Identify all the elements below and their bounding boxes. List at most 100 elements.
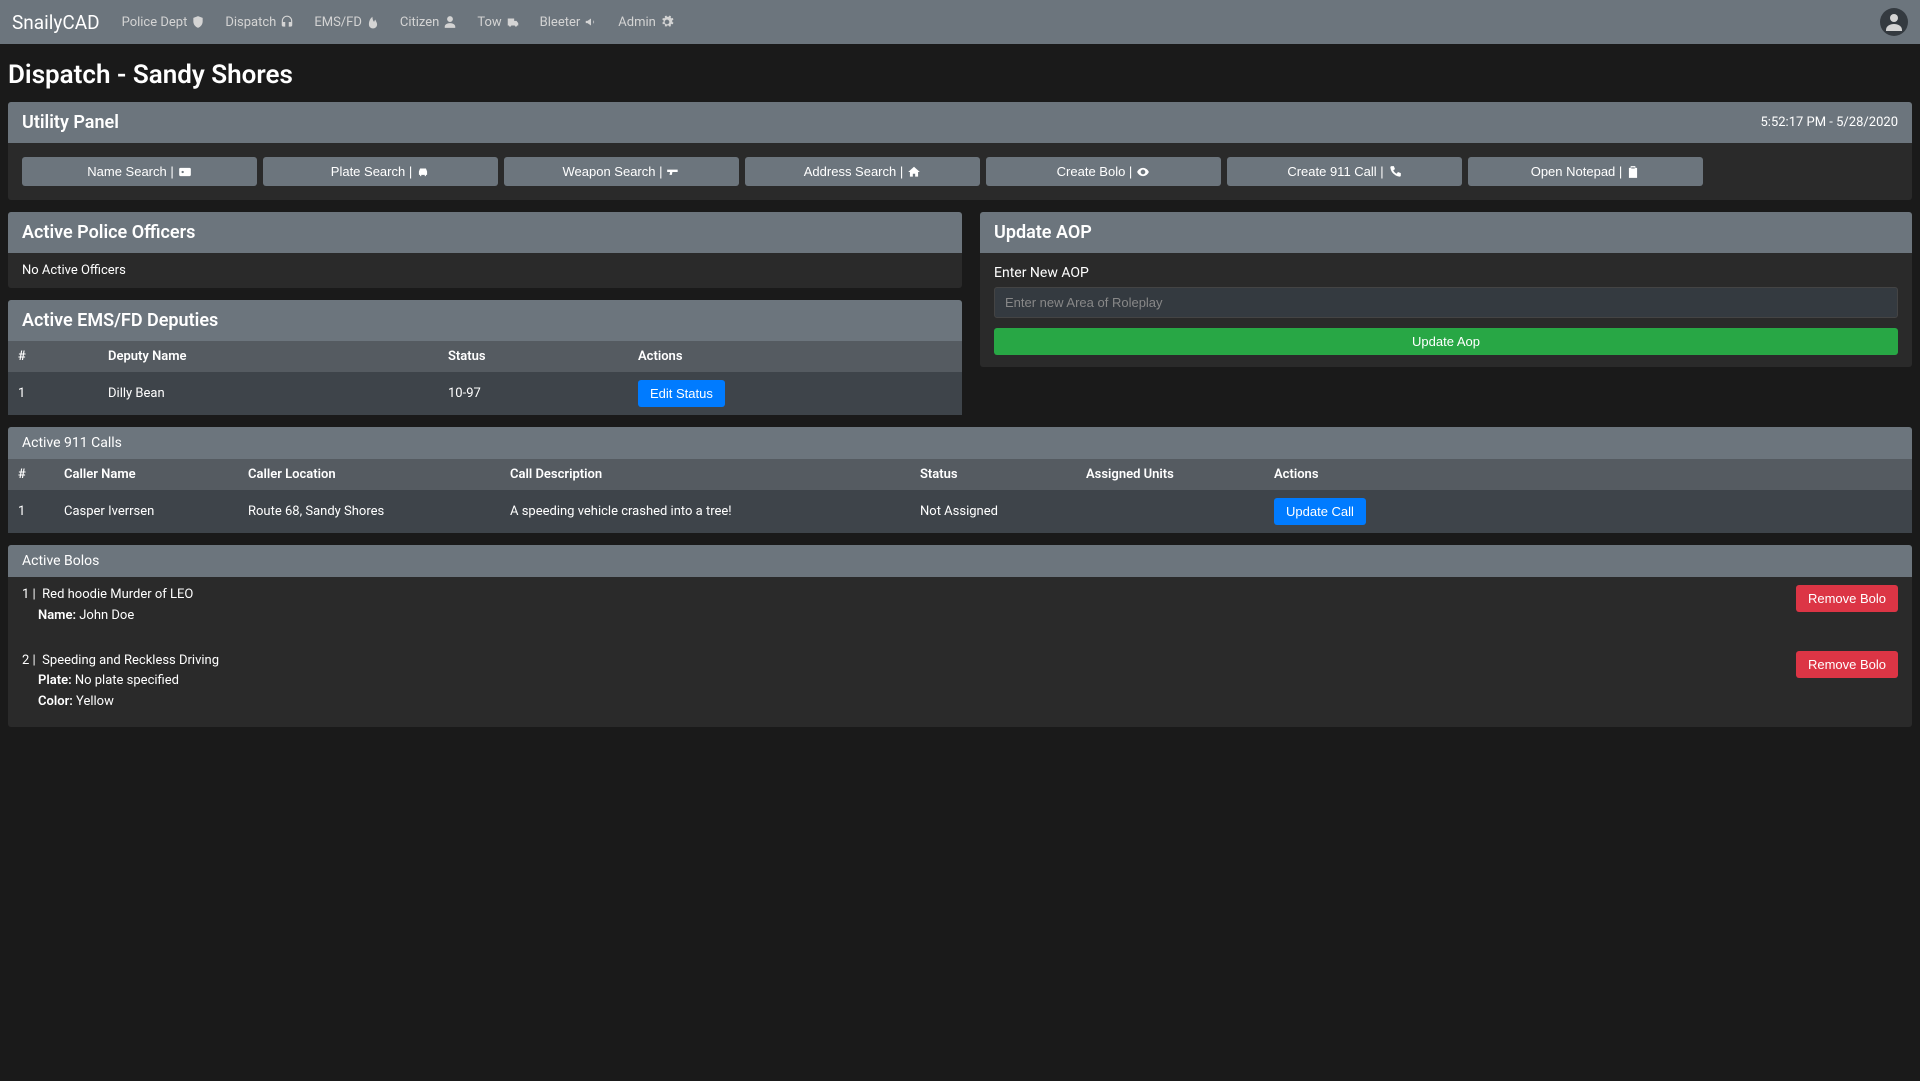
col-caller: Caller Name (54, 459, 238, 490)
button-label: Open Notepad | (1531, 164, 1623, 179)
bolos-header: Active Bolos (8, 545, 1912, 577)
col-num: # (8, 459, 54, 490)
timestamp: 5:52:17 PM - 5/28/2020 (1760, 115, 1898, 130)
aop-body: Enter New AOP Update Aop (980, 253, 1912, 367)
address-search-button[interactable]: Address Search | (745, 157, 980, 186)
nav-tow[interactable]: Tow (471, 11, 525, 34)
officers-header: Active Police Officers (8, 212, 962, 253)
aop-header: Update AOP (980, 212, 1912, 253)
col-status: Status (910, 459, 1076, 490)
bolo-text: 2 | Speeding and Reckless Driving Plate:… (22, 651, 219, 713)
bolo-item: 1 | Red hoodie Murder of LEO Name: John … (8, 577, 1912, 631)
person-icon (443, 15, 457, 29)
headset-icon (280, 15, 294, 29)
table-row: 1 Dilly Bean 10-97 Edit Status (8, 372, 962, 415)
nav-label: EMS/FD (314, 15, 362, 30)
button-label: Plate Search | (331, 164, 412, 179)
utility-header: Utility Panel 5:52:17 PM - 5/28/2020 (8, 102, 1912, 143)
nav-label: Citizen (400, 15, 439, 30)
navbar: SnailyCAD Police Dept Dispatch EMS/FD Ci… (0, 0, 1920, 44)
remove-bolo-button[interactable]: Remove Bolo (1796, 585, 1898, 612)
update-call-button[interactable]: Update Call (1274, 498, 1366, 525)
nav-label: Admin (618, 15, 656, 30)
col-location: Caller Location (238, 459, 500, 490)
nav-police-dept[interactable]: Police Dept (116, 11, 212, 34)
deputies-header: Active EMS/FD Deputies (8, 300, 962, 341)
nav-label: Police Dept (122, 15, 188, 30)
id-card-icon (178, 165, 192, 179)
col-desc: Call Description (500, 459, 910, 490)
calls-table: # Caller Name Caller Location Call Descr… (8, 459, 1912, 533)
car-icon (416, 165, 430, 179)
utility-title: Utility Panel (22, 112, 119, 133)
bolo-item: 2 | Speeding and Reckless Driving Plate:… (8, 643, 1912, 717)
cell-num: 1 (8, 372, 98, 415)
clipboard-icon (1626, 165, 1640, 179)
cell-num: 1 (8, 490, 54, 533)
deputies-title: Active EMS/FD Deputies (22, 310, 218, 331)
plate-search-button[interactable]: Plate Search | (263, 157, 498, 186)
nav-label: Tow (477, 15, 501, 30)
brand[interactable]: SnailyCAD (12, 11, 100, 34)
middle-row: Active Police Officers No Active Officer… (8, 212, 1912, 427)
home-icon (907, 165, 921, 179)
open-notepad-button[interactable]: Open Notepad | (1468, 157, 1703, 186)
calls-header: Active 911 Calls (8, 427, 1912, 459)
utility-buttons: Name Search | Plate Search | Weapon Sear… (22, 157, 1898, 186)
navbar-left: SnailyCAD Police Dept Dispatch EMS/FD Ci… (12, 11, 680, 34)
bolos-body: 1 | Red hoodie Murder of LEO Name: John … (8, 577, 1912, 727)
bolos-title: Active Bolos (22, 553, 99, 569)
main-container: Dispatch - Sandy Shores Utility Panel 5:… (0, 44, 1920, 747)
col-left: Active Police Officers No Active Officer… (8, 212, 962, 427)
nav-bleeter[interactable]: Bleeter (534, 11, 605, 34)
officers-empty: No Active Officers (8, 253, 962, 288)
weapon-search-button[interactable]: Weapon Search | (504, 157, 739, 186)
col-units: Assigned Units (1076, 459, 1264, 490)
shield-icon (191, 15, 205, 29)
user-avatar[interactable] (1880, 8, 1908, 36)
page-title: Dispatch - Sandy Shores (8, 60, 1912, 90)
button-label: Create 911 Call | (1287, 164, 1383, 179)
bolo-field: Name: John Doe (22, 606, 193, 627)
nav-dispatch[interactable]: Dispatch (219, 11, 300, 34)
eye-icon (1136, 165, 1150, 179)
create-bolo-button[interactable]: Create Bolo | (986, 157, 1221, 186)
deputies-card: Active EMS/FD Deputies # Deputy Name Sta… (8, 300, 962, 415)
phone-icon (1388, 165, 1402, 179)
calls-card: Active 911 Calls # Caller Name Caller Lo… (8, 427, 1912, 533)
col-name: Deputy Name (98, 341, 438, 372)
button-label: Weapon Search | (563, 164, 663, 179)
edit-status-button[interactable]: Edit Status (638, 380, 725, 407)
bolo-line: 1 | Red hoodie Murder of LEO (22, 585, 193, 606)
col-right: Update AOP Enter New AOP Update Aop (980, 212, 1912, 379)
aop-card: Update AOP Enter New AOP Update Aop (980, 212, 1912, 367)
cell-actions: Edit Status (628, 372, 962, 415)
nav-ems-fd[interactable]: EMS/FD (308, 11, 386, 34)
col-actions: Actions (628, 341, 962, 372)
cell-units (1076, 490, 1264, 533)
col-status: Status (438, 341, 628, 372)
megaphone-icon (584, 15, 598, 29)
remove-bolo-button[interactable]: Remove Bolo (1796, 651, 1898, 678)
button-label: Address Search | (804, 164, 903, 179)
bolo-line: 2 | Speeding and Reckless Driving (22, 651, 219, 672)
nav-citizen[interactable]: Citizen (394, 11, 463, 34)
nav-label: Bleeter (540, 15, 581, 30)
cell-desc: A speeding vehicle crashed into a tree! (500, 490, 910, 533)
officers-title: Active Police Officers (22, 222, 195, 243)
calls-title: Active 911 Calls (22, 435, 122, 451)
bolo-field: Color: Yellow (22, 692, 219, 713)
aop-input[interactable] (994, 287, 1898, 318)
create-911-button[interactable]: Create 911 Call | (1227, 157, 1462, 186)
gear-icon (660, 15, 674, 29)
button-label: Create Bolo | (1057, 164, 1133, 179)
cell-status: Not Assigned (910, 490, 1076, 533)
cell-name: Dilly Bean (98, 372, 438, 415)
cell-status: 10-97 (438, 372, 628, 415)
bolo-text: 1 | Red hoodie Murder of LEO Name: John … (22, 585, 193, 627)
utility-panel: Utility Panel 5:52:17 PM - 5/28/2020 Nam… (8, 102, 1912, 200)
name-search-button[interactable]: Name Search | (22, 157, 257, 186)
update-aop-button[interactable]: Update Aop (994, 328, 1898, 355)
cell-location: Route 68, Sandy Shores (238, 490, 500, 533)
nav-admin[interactable]: Admin (612, 11, 680, 34)
